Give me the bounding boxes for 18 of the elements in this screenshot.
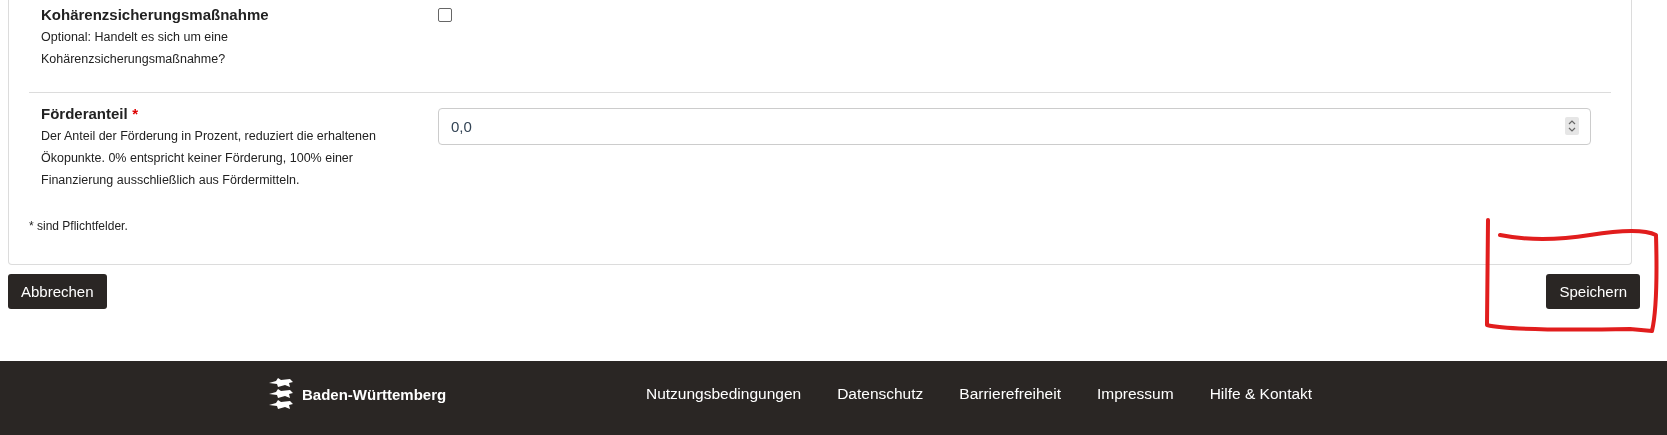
lions-logo-icon	[268, 377, 294, 411]
footer-link[interactable]: Impressum	[1096, 385, 1174, 403]
field-help-text: Optional: Handelt es sich um eine Kohärenzsicherungsmaßnahme?	[41, 29, 229, 68]
field-label: Förderanteil	[41, 105, 128, 122]
number-field[interactable]: 0,0	[438, 108, 1591, 145]
footer-link[interactable]: Barrierefreiheit	[959, 385, 1061, 403]
checkbox[interactable]	[438, 8, 452, 22]
brand-name: Baden-Württemberg	[302, 385, 447, 403]
required-note: * sind Pflichtfelder.	[29, 219, 129, 233]
footer-link[interactable]: Hilfe & Kontakt	[1209, 385, 1313, 403]
spinner-icon	[1565, 117, 1579, 135]
footer-link[interactable]: Nutzungsbedingungen	[646, 385, 802, 403]
field-label: Kohärenzsicherungsmaßnahme	[41, 6, 269, 23]
save-button[interactable]: Speichern	[1546, 274, 1640, 309]
footer-link[interactable]: Datenschutz	[837, 385, 924, 403]
cancel-button[interactable]: Abbrechen	[8, 274, 107, 309]
required-mark: *	[132, 105, 138, 122]
field-help-text: Der Anteil der Förderung in Prozent, reduziert die erhaltenen Ökopunkte. 0% entspricht keiner Förderung, 100% einer Finanzierung ausschließlich aus Fördermitteln.	[41, 128, 377, 189]
